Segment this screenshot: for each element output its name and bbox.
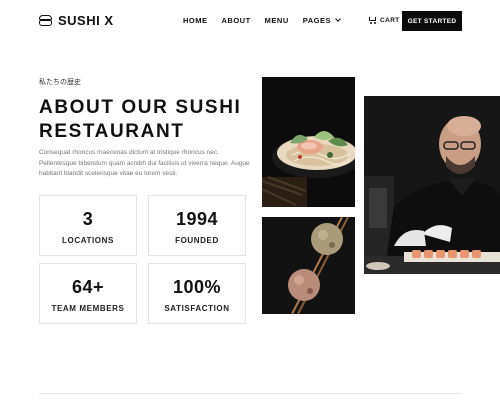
nav-item-pages[interactable]: PAGES [302,16,341,25]
nav-item-home[interactable]: HOME [183,16,208,25]
brand-name: SUSHI X [58,13,114,28]
stat-label: SATISFACTION [164,304,230,313]
stat-value: 3 [82,209,94,229]
nav-item-menu[interactable]: MENU [265,16,289,25]
nav-item-pages-label: PAGES [302,16,331,25]
chevron-down-icon [335,16,341,22]
stat-value: 64+ [71,277,105,297]
ramen-bowl-photo [262,77,355,207]
stat-label: FOUNDED [175,236,219,245]
stat-value: 100% [172,277,222,297]
brand-logo[interactable]: SUSHI X [39,13,114,28]
page-title: ABOUT OUR SUSHI RESTAURANT [39,96,259,144]
sushi-logo-icon [39,15,52,26]
section-eyebrow: 私たちの歴史 [39,79,81,86]
main-menu: HOME ABOUT MENU PAGES [183,16,341,25]
rice-balls-chopsticks-photo [262,217,355,314]
stat-card-team-members: 64+ TEAM MEMBERS [39,263,137,324]
cart-icon [368,16,377,24]
cart-label: CART [380,16,400,24]
title-line-1: ABOUT OUR SUSHI [39,97,242,118]
section-divider [39,393,462,394]
nav-item-about[interactable]: ABOUT [222,16,251,25]
cart-link[interactable]: CART [368,16,400,24]
intro-paragraph: Consequat rhoncus maecenas dictum at tri… [39,149,250,177]
stat-label: LOCATIONS [62,236,114,245]
get-started-button[interactable]: GET STARTED [402,11,462,31]
stat-value: 1994 [175,209,219,229]
stat-card-founded: 1994 FOUNDED [148,195,246,256]
title-line-2: RESTAURANT [39,121,185,142]
sushi-chef-photo [364,96,500,274]
stat-card-locations: 3 LOCATIONS [39,195,137,256]
stat-card-satisfaction: 100% SATISFACTION [148,263,246,324]
stat-label: TEAM MEMBERS [51,304,125,313]
top-navigation: SUSHI X HOME ABOUT MENU PAGES CART GET S… [0,0,500,42]
